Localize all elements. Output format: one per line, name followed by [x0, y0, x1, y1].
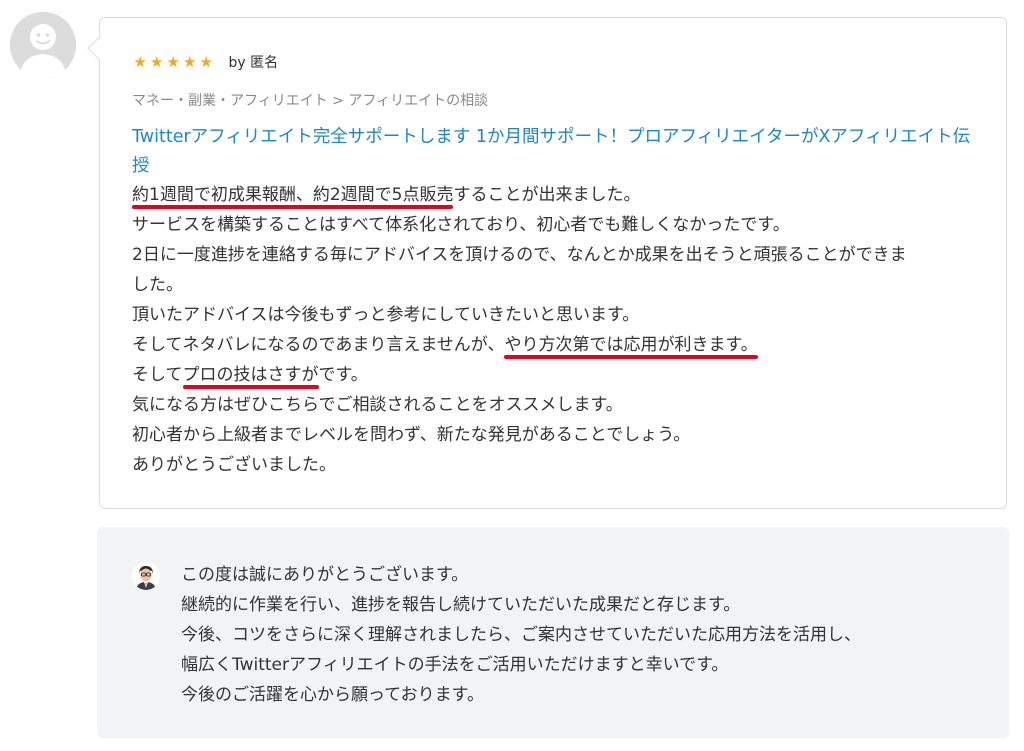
star-icon: ★	[183, 53, 197, 71]
review-line: ありがとうございました。	[132, 455, 336, 475]
star-icon: ★	[199, 53, 213, 71]
reply-line: この度は誠にありがとうございます。	[181, 565, 469, 585]
reply-line: 今後のご活躍を心から願っております。	[181, 685, 484, 705]
seller-reply: この度は誠にありがとうございます。 継続的に作業を行い、進捗を報告し続けていただ…	[97, 527, 1009, 738]
star-icon: ★	[166, 53, 180, 71]
review-line: そしてネタバレになるのであまり言えませんが、やり方次第では応用が利きます。	[132, 330, 992, 360]
review-line: 頂いたアドバイスは今後もずっと参考にしていきたいと思います。	[132, 305, 640, 325]
seller-reply-body: この度は誠にありがとうございます。 継続的に作業を行い、進捗を報告し続けていただ…	[181, 560, 981, 710]
default-user-avatar-icon	[10, 12, 76, 78]
reply-line: 継続的に作業を行い、進捗を報告し続けていただいた成果だと存じます。	[181, 595, 741, 615]
star-icon: ★	[133, 53, 147, 71]
reply-line: 幅広くTwitterアフィリエイトの手法をご活用いただけますと幸いです。	[181, 655, 729, 675]
review-line: そしてプロの技はさすがです。	[132, 360, 992, 390]
reviewer-byline: by 匿名	[228, 55, 279, 71]
review-text: そしてネタバレになるのであまり言えませんが、	[132, 335, 505, 355]
review-line: 2日に一度進捗を連絡する毎にアドバイスを頂けるので、なんとか成果を出そうと頑張る…	[132, 245, 907, 265]
highlighted-text: やり方次第では応用が利きます。	[504, 330, 759, 360]
speech-bubble-tail	[87, 36, 112, 61]
review-line: 初心者から上級者までレベルを問わず、新たな発見があることでしょう。	[132, 425, 691, 445]
review-card: ★ ★ ★ ★ ★ by 匿名 マネー・副業・アフィリエイト > アフィリエイト…	[87, 17, 1007, 509]
star-rating: ★ ★ ★ ★ ★	[132, 53, 215, 71]
reply-line: 今後、コツをさらに深く理解されましたら、ご案内させていただいた応用方法を活用し、	[181, 625, 861, 645]
review-body: 約1週間で初成果報酬、約2週間で5点販売することが出来ました。 サービスを構築す…	[132, 180, 992, 480]
highlighted-text: 約1週間で初成果報酬、約2週間で5点販売	[132, 180, 454, 210]
highlighted-text: プロの技はさすが	[182, 360, 319, 390]
review-line: 気になる方はぜひこちらでご相談されることをオススメします。	[132, 395, 623, 415]
reviewer-avatar	[10, 12, 76, 78]
seller-portrait-icon	[132, 562, 160, 590]
seller-avatar	[132, 562, 160, 590]
review-line: した。	[132, 275, 183, 295]
review-line: サービスを構築することはすべて体系化されており、初心者でも難しくなかったです。	[132, 215, 790, 235]
star-icon: ★	[150, 53, 164, 71]
rating-row: ★ ★ ★ ★ ★ by 匿名	[132, 51, 279, 73]
category-breadcrumb[interactable]: マネー・副業・アフィリエイト > アフィリエイトの相談	[132, 90, 488, 110]
service-title-link[interactable]: Twitterアフィリエイト完全サポートします 1か月間サポート！プロアフィリエ…	[132, 123, 982, 181]
review-text: そして	[132, 365, 183, 385]
review-text: することが出来ました。	[453, 185, 641, 205]
review-page: ★ ★ ★ ★ ★ by 匿名 マネー・副業・アフィリエイト > アフィリエイト…	[0, 0, 1024, 751]
review-line: 約1週間で初成果報酬、約2週間で5点販売することが出来ました。	[132, 180, 992, 210]
review-text: です。	[318, 365, 368, 385]
